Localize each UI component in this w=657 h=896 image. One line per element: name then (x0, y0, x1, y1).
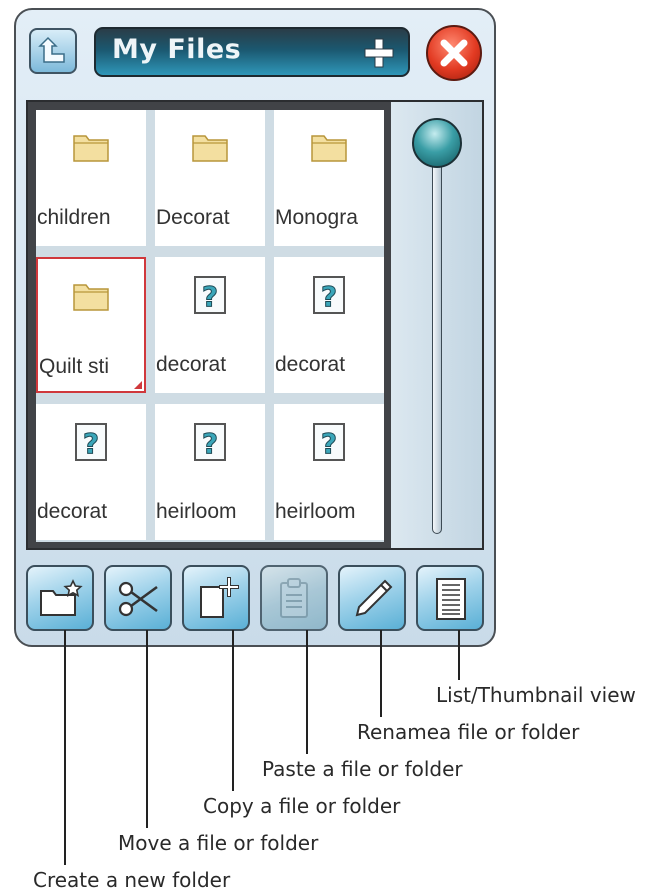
toolbar (26, 565, 486, 635)
file-label: decorat (37, 500, 108, 523)
file-label: children (37, 206, 111, 229)
callout-rename: Renamea file or folder (357, 720, 580, 744)
window-title: My Files (112, 34, 242, 65)
close-icon (440, 39, 468, 67)
up-folder-button[interactable] (29, 28, 77, 74)
copy-button[interactable] (182, 565, 250, 631)
file-tile[interactable]: Decorat (155, 110, 265, 246)
callout-create: Create a new folder (33, 868, 231, 892)
svg-text:?: ? (321, 427, 337, 460)
unknown-file-icon: ? (311, 275, 347, 320)
file-tile[interactable]: ? heirloom (274, 404, 384, 540)
svg-text:?: ? (202, 280, 218, 313)
callout-line-copy (232, 630, 234, 791)
move-button[interactable] (104, 565, 172, 631)
callout-list-view: List/Thumbnail view (436, 683, 636, 707)
close-button[interactable] (426, 25, 482, 81)
callout-line-paste (306, 630, 308, 754)
file-label: Decorat (156, 206, 230, 229)
file-label: heirloom (275, 500, 356, 523)
selection-marker (134, 381, 142, 389)
scroll-thumb[interactable] (412, 118, 462, 168)
file-label: Quilt sti (39, 355, 110, 378)
scroll-track[interactable] (432, 142, 442, 534)
file-tile[interactable]: ? heirloom (155, 404, 265, 540)
folder-icon (73, 281, 109, 316)
callout-line-list-view (458, 630, 460, 680)
callout-line-create (64, 630, 66, 865)
file-tile[interactable]: children (36, 110, 146, 246)
plus-icon[interactable] (364, 38, 394, 68)
file-grid: children Decorat Monogra Quilt sti? decorat?… (36, 110, 384, 542)
scroll-panel (391, 102, 482, 548)
callout-copy: Copy a file or folder (203, 794, 401, 818)
unknown-file-icon: ? (311, 422, 347, 467)
svg-text:?: ? (202, 427, 218, 460)
new-folder-button[interactable] (26, 565, 94, 631)
folder-icon (311, 132, 347, 167)
file-area: children Decorat Monogra Quilt sti? decorat?… (26, 100, 484, 550)
folder-icon (192, 132, 228, 167)
file-label: Monogra (275, 206, 358, 229)
file-tile[interactable]: ? decorat (274, 257, 384, 393)
callout-line-move (146, 630, 148, 828)
file-tile[interactable]: ? decorat (155, 257, 265, 393)
list-view-button[interactable] (416, 565, 484, 631)
file-tile[interactable]: Monogra (274, 110, 384, 246)
unknown-file-icon: ? (73, 422, 109, 467)
folder-icon (73, 132, 109, 167)
paste-button[interactable] (260, 565, 328, 631)
file-label: decorat (156, 353, 227, 376)
file-label: heirloom (156, 500, 237, 523)
callout-paste: Paste a file or folder (262, 757, 463, 781)
title-bar: My Files (94, 27, 410, 77)
file-manager-window: My Files children Decorat Monogra Quilt sti… (14, 8, 496, 647)
file-label: decorat (275, 353, 346, 376)
unknown-file-icon: ? (192, 422, 228, 467)
callout-line-rename (380, 630, 382, 717)
unknown-file-icon: ? (192, 275, 228, 320)
rename-button[interactable] (338, 565, 406, 631)
callout-move: Move a file or folder (118, 831, 319, 855)
up-folder-icon (38, 36, 65, 63)
file-tile[interactable]: Quilt sti (36, 257, 146, 393)
svg-text:?: ? (83, 427, 99, 460)
svg-text:?: ? (321, 280, 337, 313)
file-tile[interactable]: ? decorat (36, 404, 146, 540)
